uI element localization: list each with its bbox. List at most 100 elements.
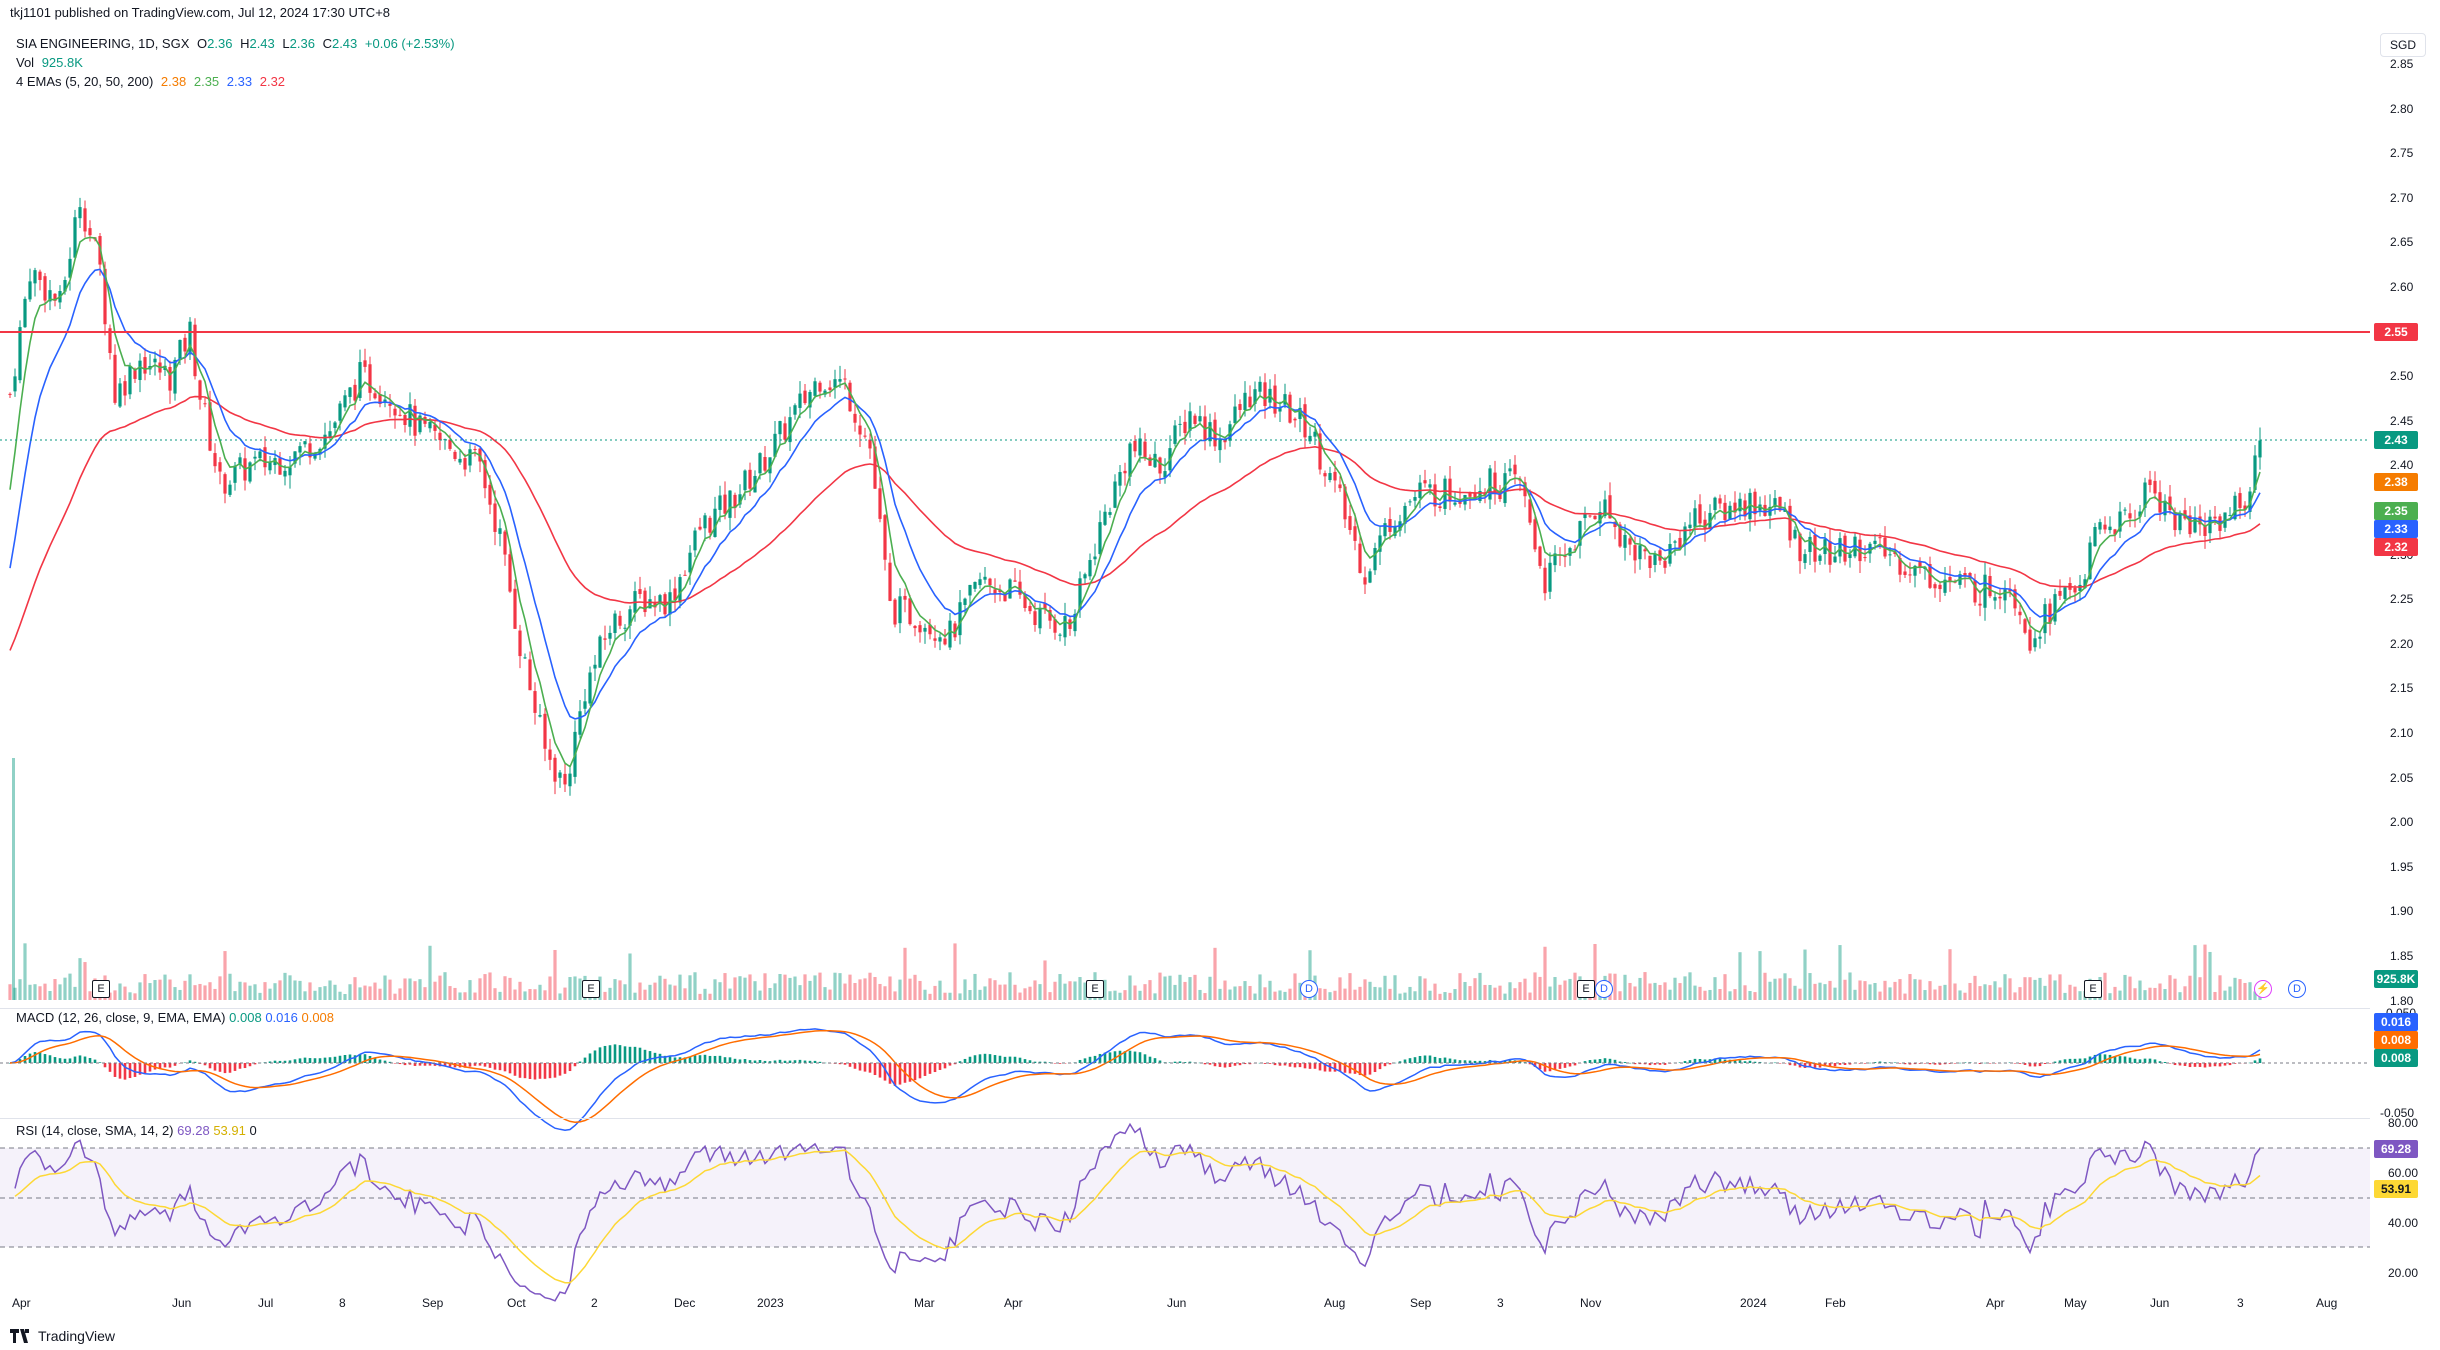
- macd-hist-bar: [913, 1063, 917, 1081]
- macd-hist-bar: [1923, 1063, 1927, 1064]
- macd-value: 0.016: [265, 1010, 298, 1025]
- volume-bar: [78, 958, 82, 1000]
- volume-bar: [268, 988, 272, 1000]
- dividend-marker-icon[interactable]: D: [1595, 980, 1613, 998]
- macd-hist-bar: [1653, 1063, 1657, 1065]
- macd-hist-bar: [53, 1057, 57, 1063]
- macd-hist-bar: [108, 1063, 112, 1072]
- volume-bar: [893, 991, 897, 1000]
- macd-hist-bar: [873, 1063, 877, 1076]
- volume-bar: [1133, 985, 1137, 1000]
- macd-hist-bar: [2223, 1063, 2227, 1066]
- macd-hist-bar: [503, 1063, 507, 1072]
- candle-body: [923, 627, 927, 632]
- candle-body: [1368, 571, 1372, 583]
- volume-bar: [1623, 974, 1627, 1000]
- volume-bar: [373, 982, 377, 1000]
- candle-body: [128, 366, 132, 395]
- volume-bar: [1473, 978, 1477, 1000]
- candle-body: [1533, 519, 1537, 550]
- candle-body: [353, 384, 357, 401]
- earnings-marker-icon[interactable]: E: [1577, 980, 1595, 998]
- volume-bar: [1913, 979, 1917, 1000]
- volume-bar: [1933, 989, 1937, 1000]
- volume-bar: [738, 976, 742, 1000]
- rsi-tag: 69.28: [2374, 1140, 2418, 1158]
- time-axis-label: Apr: [1004, 1296, 1023, 1310]
- volume-bar: [618, 980, 622, 1000]
- candle-body: [533, 691, 537, 713]
- rsi-label[interactable]: RSI (14, close, SMA, 14, 2): [16, 1123, 174, 1138]
- chart-canvas[interactable]: [0, 0, 2440, 1350]
- macd-hist-bar: [1118, 1050, 1122, 1063]
- ema50-line: [9, 268, 2261, 720]
- volume-bar: [1188, 977, 1192, 1000]
- pane-separator[interactable]: [0, 1118, 2370, 1119]
- volume-bar: [1003, 984, 1007, 1000]
- macd-hist-bar: [788, 1060, 792, 1063]
- volume-bar: [913, 974, 917, 1000]
- earnings-marker-icon[interactable]: E: [92, 980, 110, 998]
- volume-bar: [8, 984, 12, 1000]
- macd-hist-bar: [2128, 1057, 2132, 1063]
- candle-body: [1778, 496, 1782, 511]
- volume-bar: [1513, 988, 1517, 1000]
- candle-body: [398, 414, 402, 416]
- candle-body: [373, 393, 377, 399]
- macd-hist-bar: [98, 1062, 102, 1063]
- volume-bar: [323, 986, 327, 1000]
- candle-body: [2078, 584, 2082, 591]
- volume-bar: [1268, 980, 1272, 1000]
- volume-bar: [1458, 973, 1462, 1000]
- volume-bar: [1368, 981, 1372, 1000]
- split-marker-icon[interactable]: ⚡: [2254, 980, 2272, 998]
- candle-body: [168, 366, 172, 391]
- dividend-marker-icon[interactable]: D: [2288, 980, 2306, 998]
- volume-bar: [858, 979, 862, 1000]
- macd-hist-bar: [968, 1056, 972, 1063]
- macd-hist-bar: [1148, 1056, 1152, 1063]
- dividend-marker-icon[interactable]: D: [1300, 980, 1318, 998]
- macd-hist-bar: [1228, 1063, 1232, 1067]
- tradingview-logo[interactable]: TradingView: [10, 1328, 115, 1344]
- candle-body: [858, 425, 862, 435]
- volume-bar: [1058, 974, 1062, 1000]
- candle-body: [178, 339, 182, 360]
- volume-bar: [988, 978, 992, 1000]
- macd-label[interactable]: MACD (12, 26, close, 9, EMA, EMA): [16, 1010, 226, 1025]
- volume-bar: [203, 985, 207, 1000]
- time-axis-label: Jun: [172, 1296, 192, 1310]
- candle-body: [1423, 480, 1427, 484]
- macd-hist-bar: [1658, 1063, 1662, 1065]
- macd-hist-bar: [1413, 1057, 1417, 1063]
- volume-bar: [148, 983, 152, 1000]
- candle-body: [118, 383, 122, 407]
- volume-bar: [173, 987, 177, 1000]
- candle-body: [1538, 546, 1542, 566]
- volume-bar: [213, 988, 217, 1000]
- volume-bar: [918, 980, 922, 1000]
- candle-body: [393, 408, 397, 416]
- candle-body: [2258, 440, 2262, 458]
- earnings-marker-icon[interactable]: E: [1086, 980, 1104, 998]
- volume-bar: [703, 988, 707, 1000]
- volume-bar: [438, 975, 442, 1000]
- candle-body: [203, 403, 207, 405]
- volume-bar: [1118, 992, 1122, 1000]
- volume-bar: [1353, 989, 1357, 1000]
- candle-body: [2208, 516, 2212, 534]
- volume-bar: [313, 990, 317, 1000]
- candle-body: [303, 441, 307, 445]
- candle-body: [618, 615, 622, 626]
- volume-bar: [1453, 989, 1457, 1000]
- time-axis-label: Mar: [914, 1296, 935, 1310]
- candle-body: [1833, 556, 1837, 563]
- earnings-marker-icon[interactable]: E: [582, 980, 600, 998]
- macd-hist-bar: [2168, 1063, 2172, 1064]
- volume-bar: [468, 980, 472, 1000]
- pane-separator[interactable]: [0, 1008, 2370, 1009]
- earnings-marker-icon[interactable]: E: [2084, 980, 2102, 998]
- macd-hist-bar: [848, 1063, 852, 1067]
- volume-bar: [1748, 991, 1752, 1000]
- volume-bar: [613, 979, 617, 1000]
